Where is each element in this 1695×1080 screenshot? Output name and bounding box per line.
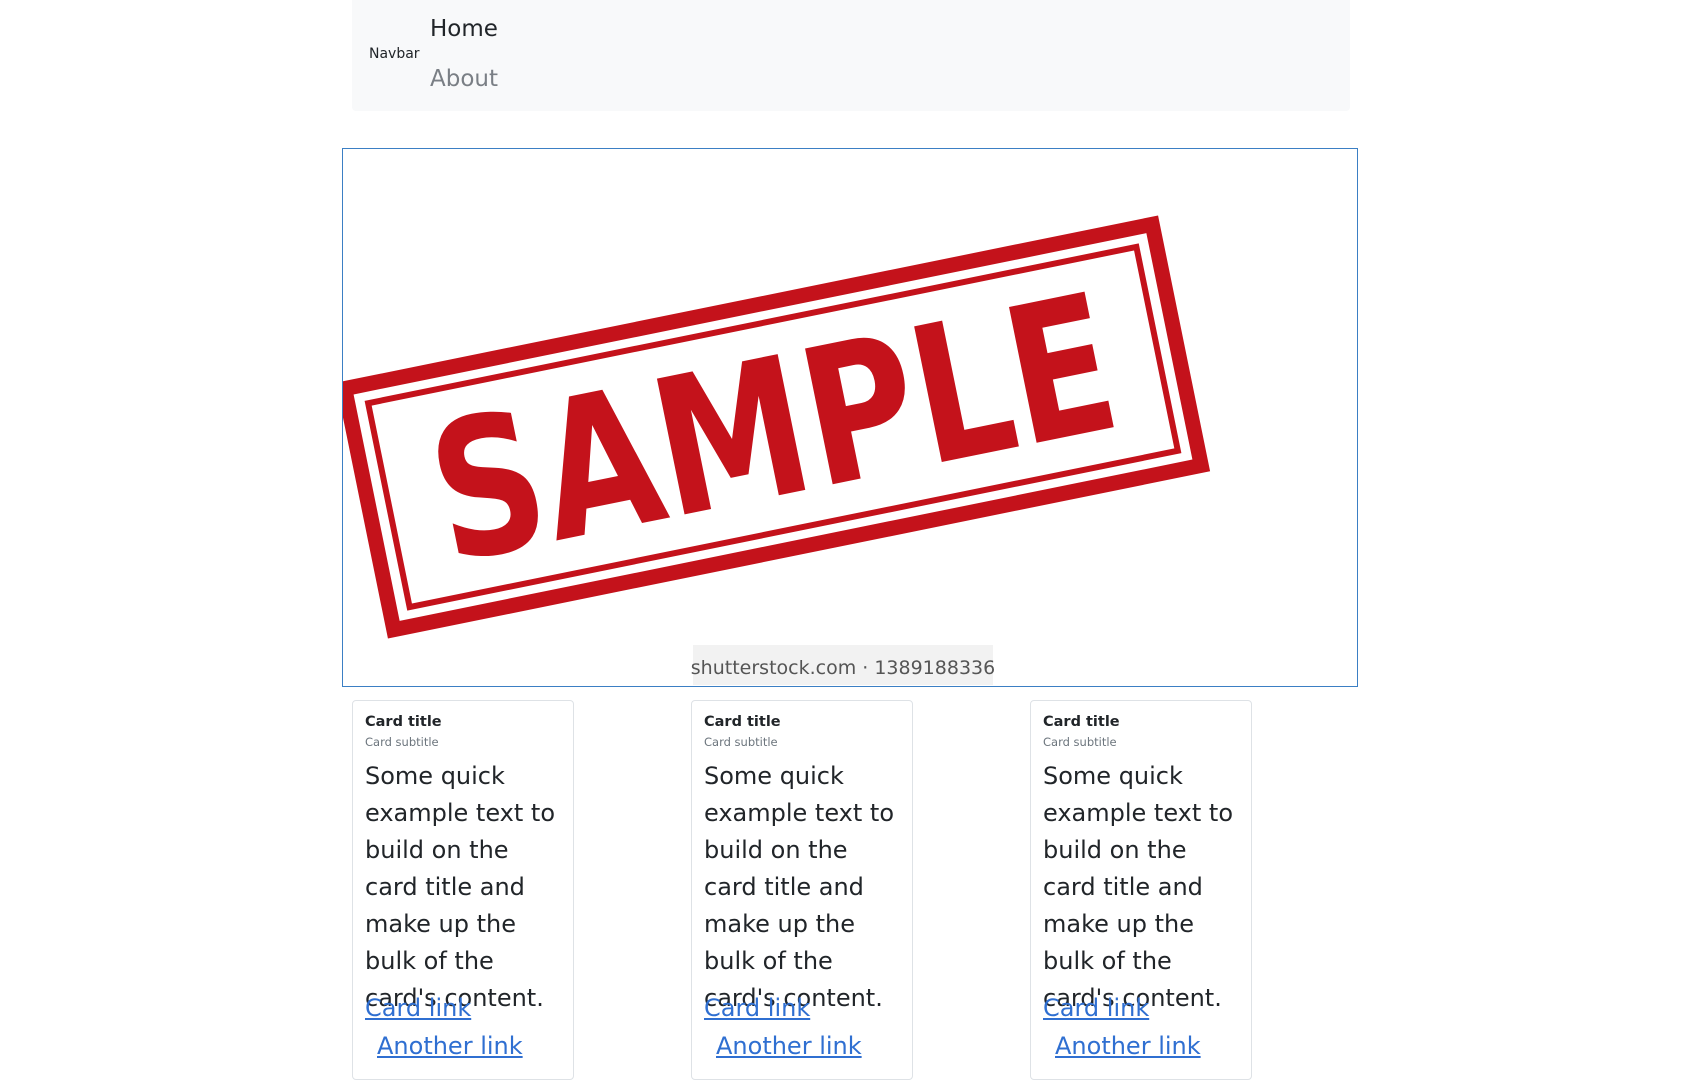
card-link[interactable]: Card link <box>365 994 471 1022</box>
navbar: Navbar Home About <box>352 0 1350 111</box>
nav-link-about[interactable]: About <box>430 66 498 92</box>
card-title: Card title <box>704 714 781 730</box>
sample-stamp-image: SAMPLE shutterstock.com · 1389188336 <box>343 215 1211 685</box>
another-link[interactable]: Another link <box>716 1032 862 1060</box>
card-text: Some quick example text to build on the … <box>704 762 895 1012</box>
card-link[interactable]: Card link <box>704 994 810 1022</box>
card-title: Card title <box>365 714 442 730</box>
nav-link-home[interactable]: Home <box>430 16 498 42</box>
card-link[interactable]: Card link <box>1043 994 1149 1022</box>
card: Card title Card subtitle Some quick exam… <box>691 700 913 1080</box>
card-subtitle: Card subtitle <box>1043 735 1117 749</box>
watermark-text: shutterstock.com · 1389188336 <box>691 657 995 679</box>
card-subtitle: Card subtitle <box>704 735 778 749</box>
card-title: Card title <box>1043 714 1120 730</box>
another-link[interactable]: Another link <box>377 1032 523 1060</box>
hero-image: SAMPLE shutterstock.com · 1389188336 <box>342 148 1358 687</box>
card: Card title Card subtitle Some quick exam… <box>352 700 574 1080</box>
card-text: Some quick example text to build on the … <box>1043 762 1234 1012</box>
card-subtitle: Card subtitle <box>365 735 439 749</box>
card: Card title Card subtitle Some quick exam… <box>1030 700 1252 1080</box>
another-link[interactable]: Another link <box>1055 1032 1201 1060</box>
navbar-brand[interactable]: Navbar <box>369 46 420 62</box>
card-text: Some quick example text to build on the … <box>365 762 556 1012</box>
